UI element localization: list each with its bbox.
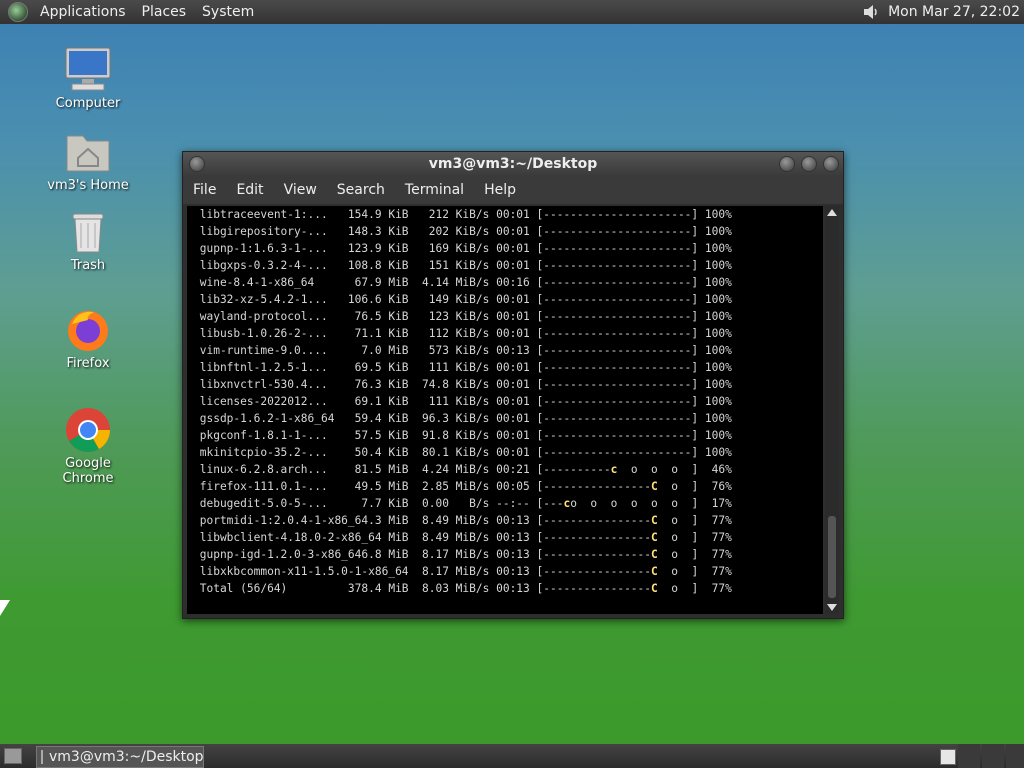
home-folder-icon bbox=[64, 128, 112, 176]
scrollbar-thumb[interactable] bbox=[828, 516, 836, 598]
bottom-panel: vm3@vm3:~/Desktop bbox=[0, 744, 1024, 768]
clock[interactable]: Mon Mar 27, 22:02 bbox=[888, 4, 1024, 20]
terminal-window[interactable]: vm3@vm3:~/Desktop File Edit View Search … bbox=[182, 151, 844, 619]
desktop-icon-computer[interactable]: Computer bbox=[38, 46, 138, 111]
show-desktop-icon[interactable] bbox=[4, 748, 22, 764]
taskbar-item-label: vm3@vm3:~/Desktop bbox=[49, 749, 204, 765]
workspace-2[interactable] bbox=[958, 744, 980, 768]
terminal-line: Total (56/64) 378.4 MiB 8.03 MiB/s 00:13… bbox=[193, 582, 732, 595]
trash-icon bbox=[64, 208, 112, 256]
distro-logo-icon[interactable] bbox=[8, 2, 28, 22]
taskbar-item-terminal[interactable]: vm3@vm3:~/Desktop bbox=[36, 746, 204, 768]
terminal-line: libnftnl-1.2.5-1... 69.5 KiB 111 KiB/s 0… bbox=[193, 361, 732, 374]
terminal-menubar: File Edit View Search Terminal Help bbox=[183, 176, 843, 204]
terminal-line: pkgconf-1.8.1-1-... 57.5 KiB 91.8 KiB/s … bbox=[193, 429, 732, 442]
firefox-icon bbox=[64, 306, 112, 354]
workspace-3[interactable] bbox=[982, 744, 1004, 768]
terminal-scrollbar[interactable] bbox=[825, 206, 839, 614]
terminal-line: gssdp-1.6.2-1-x86_64 59.4 KiB 96.3 KiB/s… bbox=[193, 412, 732, 425]
desktop-icon-label: vm3's Home bbox=[47, 178, 129, 193]
terminal-line: vim-runtime-9.0.... 7.0 MiB 573 KiB/s 00… bbox=[193, 344, 732, 357]
terminal-line: libgxps-0.3.2-4-... 108.8 KiB 151 KiB/s … bbox=[193, 259, 732, 272]
terminal-text: libtraceevent-1:... 154.9 KiB 212 KiB/s … bbox=[187, 206, 823, 597]
terminal-output[interactable]: libtraceevent-1:... 154.9 KiB 212 KiB/s … bbox=[187, 206, 823, 614]
menu-edit[interactable]: Edit bbox=[226, 182, 273, 198]
desktop-icon-label: Trash bbox=[70, 258, 106, 273]
chrome-icon bbox=[64, 406, 112, 454]
desktop-icon-label: Google Chrome bbox=[62, 456, 114, 486]
terminal-line: firefox-111.0.1-... 49.5 MiB 2.85 MiB/s … bbox=[193, 480, 732, 493]
terminal-line: lib32-xz-5.4.2-1... 106.6 KiB 149 KiB/s … bbox=[193, 293, 732, 306]
top-panel: Applications Places System Mon Mar 27, 2… bbox=[0, 0, 1024, 24]
workspace-4[interactable] bbox=[1006, 744, 1024, 768]
terminal-line: linux-6.2.8.arch... 81.5 MiB 4.24 MiB/s … bbox=[193, 463, 732, 476]
terminal-line: gupnp-igd-1.2.0-3-x86_646.8 MiB 8.17 MiB… bbox=[193, 548, 732, 561]
terminal-line: libusb-1.0.26-2-... 71.1 KiB 112 KiB/s 0… bbox=[193, 327, 732, 340]
terminal-line: wayland-protocol... 76.5 KiB 123 KiB/s 0… bbox=[193, 310, 732, 323]
scroll-down-icon[interactable] bbox=[827, 604, 837, 611]
desktop-icon-label: Computer bbox=[55, 96, 121, 111]
terminal-line: gupnp-1:1.6.3-1-... 123.9 KiB 169 KiB/s … bbox=[193, 242, 732, 255]
places-menu[interactable]: Places bbox=[134, 0, 195, 24]
system-menu[interactable]: System bbox=[194, 0, 262, 24]
desktop-icon-label: Firefox bbox=[66, 356, 110, 371]
terminal-line: mkinitcpio-35.2-... 50.4 KiB 80.1 KiB/s … bbox=[193, 446, 732, 459]
terminal-icon bbox=[41, 750, 43, 764]
terminal-line: debugedit-5.0-5-... 7.7 KiB 0.00 B/s --:… bbox=[193, 497, 732, 510]
menu-view[interactable]: View bbox=[274, 182, 327, 198]
terminal-line: libtraceevent-1:... 154.9 KiB 212 KiB/s … bbox=[193, 208, 732, 221]
computer-icon bbox=[64, 46, 112, 94]
terminal-line: portmidi-1:2.0.4-1-x86_64.3 MiB 8.49 MiB… bbox=[193, 514, 732, 527]
window-title: vm3@vm3:~/Desktop bbox=[428, 156, 598, 172]
mouse-cursor-icon bbox=[0, 600, 10, 616]
minimize-button[interactable] bbox=[779, 156, 795, 172]
menu-help[interactable]: Help bbox=[474, 182, 526, 198]
terminal-line: wine-8.4-1-x86_64 67.9 MiB 4.14 MiB/s 00… bbox=[193, 276, 732, 289]
terminal-line: libxkbcommon-x11-1.5.0-1-x86_64 8.17 MiB… bbox=[193, 565, 732, 578]
terminal-line: libxnvctrl-530.4... 76.3 KiB 74.8 KiB/s … bbox=[193, 378, 732, 391]
maximize-button[interactable] bbox=[801, 156, 817, 172]
menu-terminal[interactable]: Terminal bbox=[395, 182, 474, 198]
desktop-icon-home[interactable]: vm3's Home bbox=[38, 128, 138, 193]
volume-icon[interactable] bbox=[862, 3, 880, 21]
terminal-line: licenses-2022012... 69.1 KiB 111 KiB/s 0… bbox=[193, 395, 732, 408]
terminal-line: libgirepository-... 148.3 KiB 202 KiB/s … bbox=[193, 225, 732, 238]
applications-menu[interactable]: Applications bbox=[32, 0, 134, 24]
window-menu-button[interactable] bbox=[189, 156, 205, 172]
scroll-up-icon[interactable] bbox=[827, 209, 837, 216]
menu-file[interactable]: File bbox=[183, 182, 226, 198]
window-titlebar[interactable]: vm3@vm3:~/Desktop bbox=[183, 152, 843, 176]
desktop-icon-chrome[interactable]: Google Chrome bbox=[38, 406, 138, 486]
terminal-line: libwbclient-4.18.0-2-x86_64 MiB 8.49 MiB… bbox=[193, 531, 732, 544]
desktop-icon-firefox[interactable]: Firefox bbox=[38, 306, 138, 371]
menu-search[interactable]: Search bbox=[327, 182, 395, 198]
close-button[interactable] bbox=[823, 156, 839, 172]
desktop-icon-trash[interactable]: Trash bbox=[38, 208, 138, 273]
workspace-1[interactable] bbox=[940, 749, 956, 765]
